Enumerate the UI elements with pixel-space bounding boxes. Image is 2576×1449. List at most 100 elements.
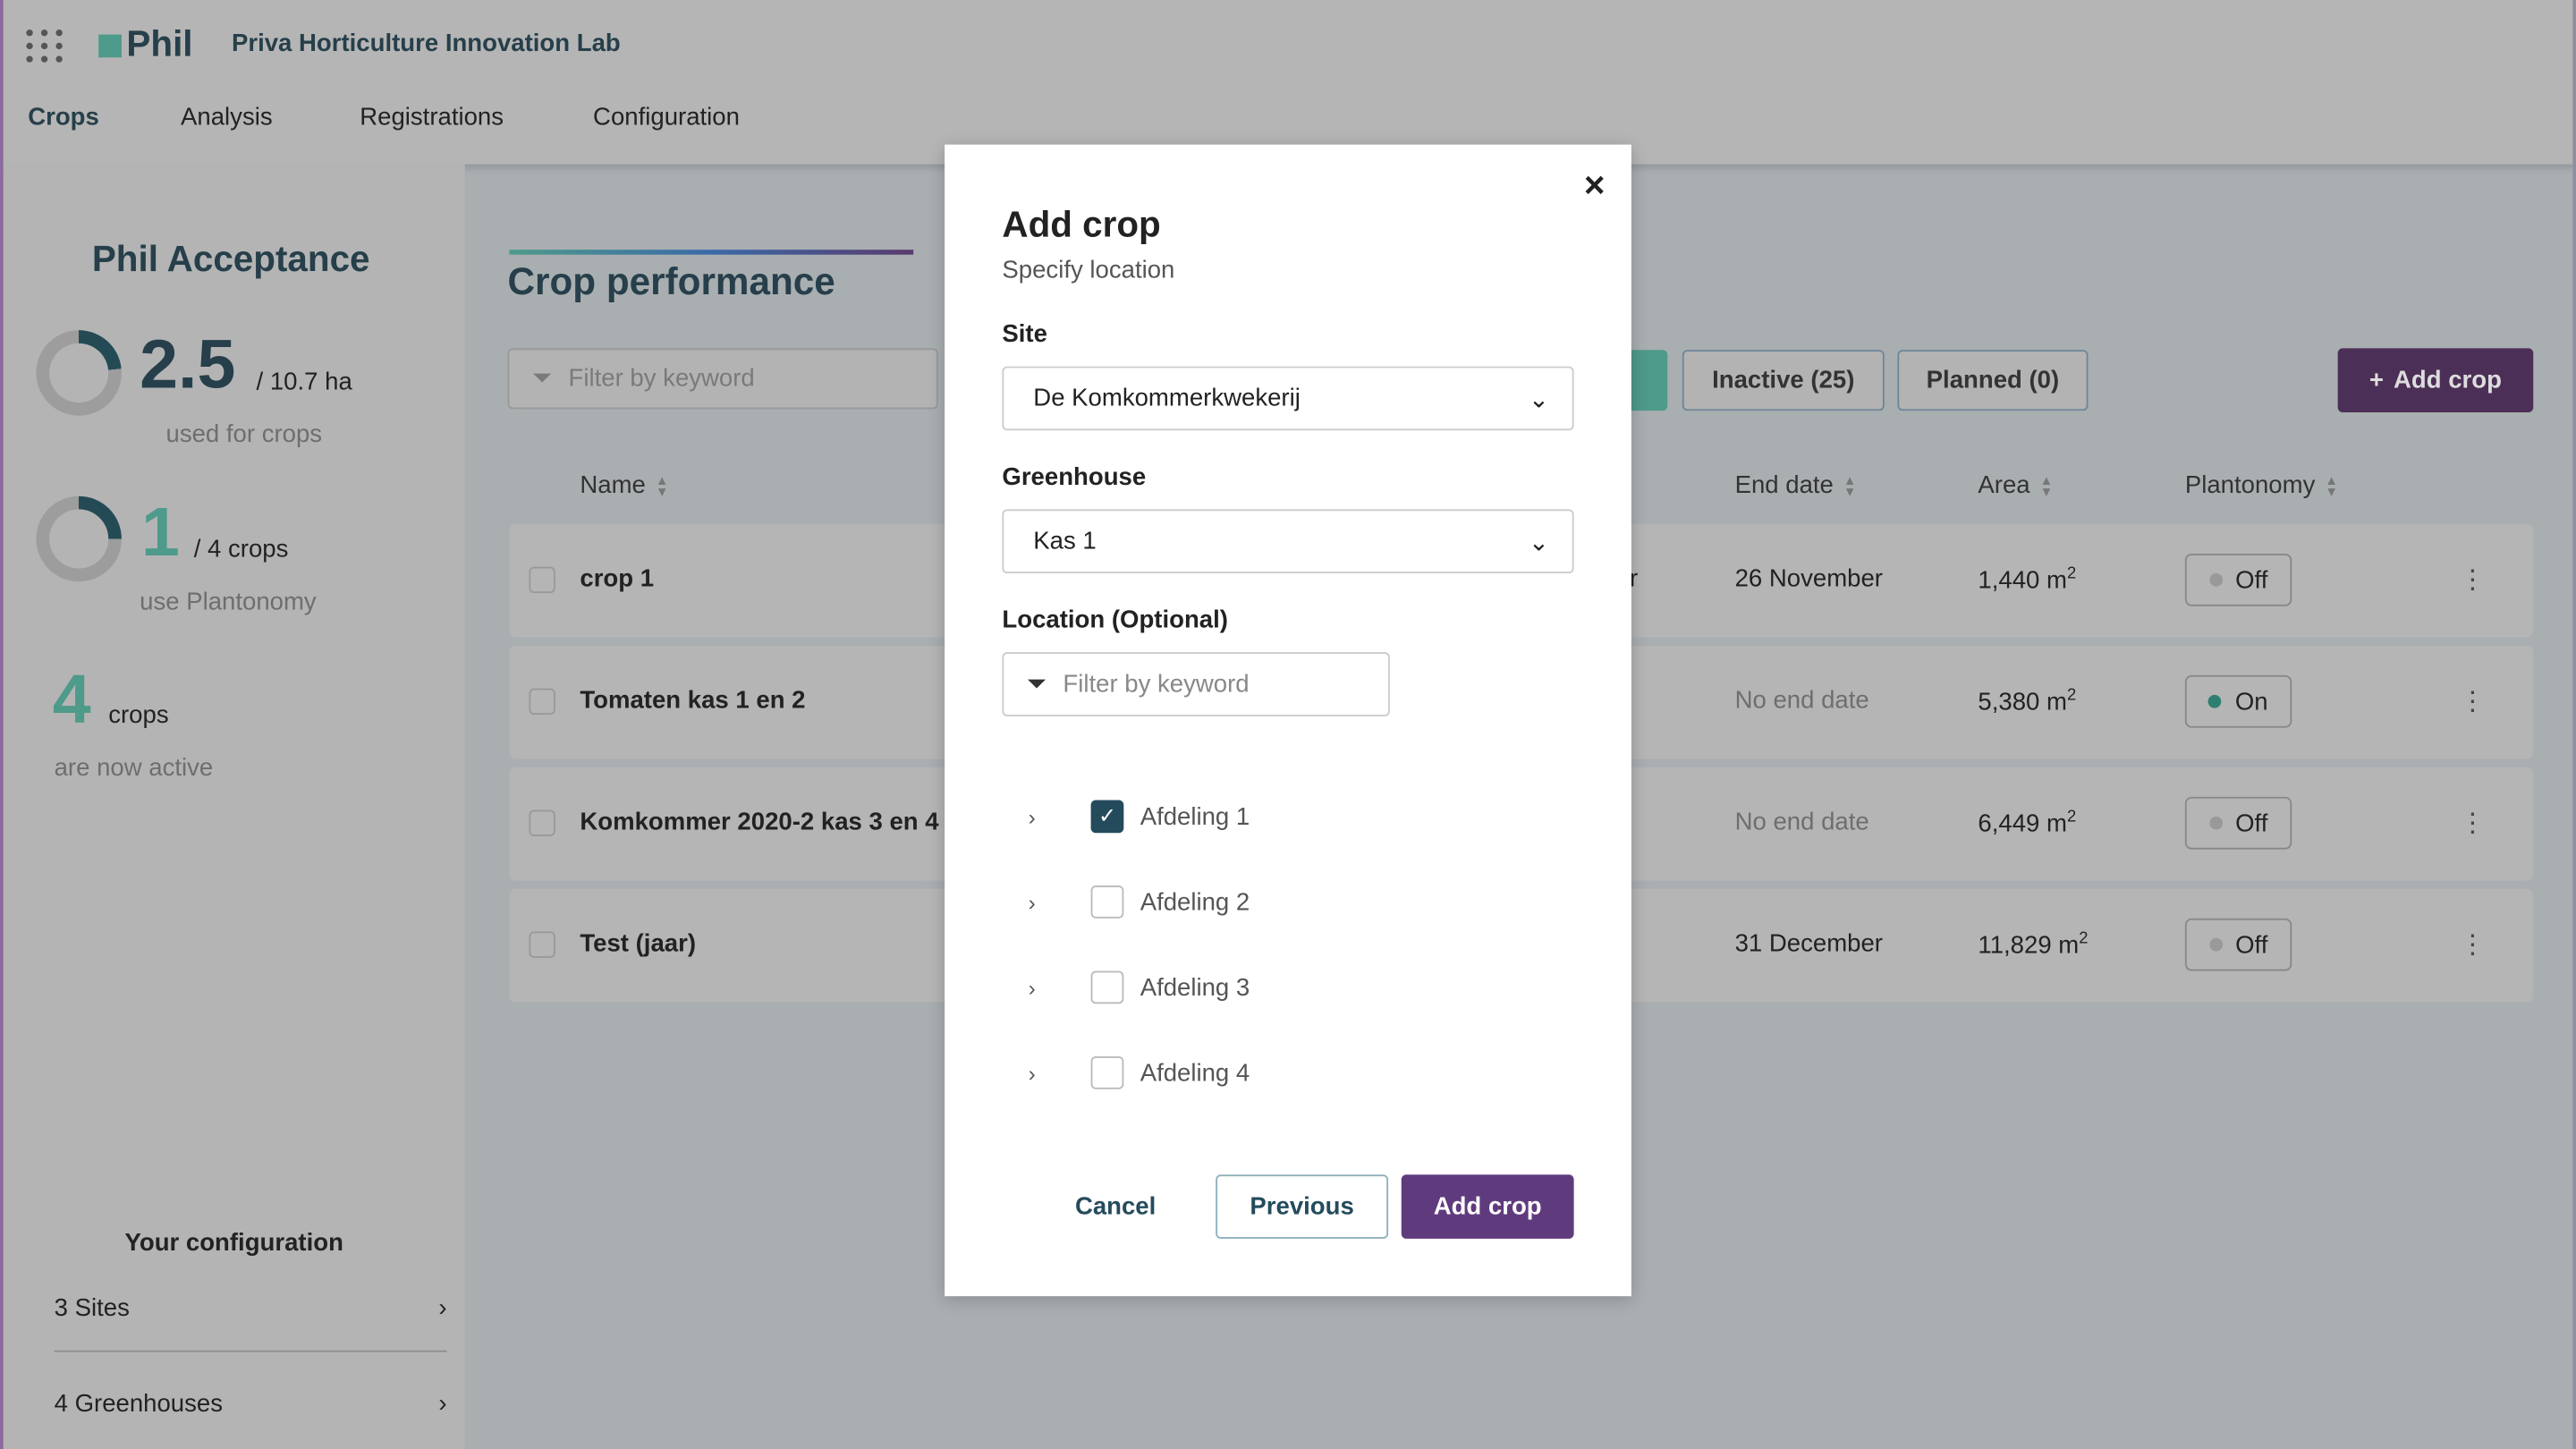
column-name[interactable]: Name ▲ ▼: [580, 471, 668, 499]
location-tree-item[interactable]: › ✓ Afdeling 1: [1029, 800, 1250, 834]
row-checkbox[interactable]: [529, 931, 555, 958]
location-label: Afdeling 3: [1140, 973, 1250, 1002]
organization-name: Priva Horticulture Innovation Lab: [231, 30, 621, 58]
close-icon[interactable]: ×: [1584, 165, 1606, 208]
chevron-right-icon[interactable]: ›: [1029, 1061, 1062, 1086]
location-placeholder: Filter by keyword: [1063, 670, 1250, 699]
area: 5,380 m2: [1978, 687, 2076, 716]
location-checkbox[interactable]: [1090, 1056, 1124, 1089]
logo-text: Phil: [126, 22, 193, 64]
status-dot-icon: [2208, 573, 2223, 587]
area: 11,829 m2: [1978, 930, 2088, 960]
nav-analysis[interactable]: Analysis: [181, 104, 273, 131]
tab-active[interactable]: [1626, 350, 1668, 411]
nav-registrations[interactable]: Registrations: [360, 104, 504, 131]
location-checkbox[interactable]: ✓: [1090, 800, 1124, 834]
add-crop-submit-button[interactable]: Add crop: [1401, 1174, 1574, 1239]
column-name-label: Name: [580, 471, 646, 500]
site-select[interactable]: De Komkommerkwekerij ⌄: [1002, 366, 1574, 431]
config-greenhouses[interactable]: 4 Greenhouses ›: [55, 1377, 447, 1429]
greenhouse-select[interactable]: Kas 1 ⌄: [1002, 509, 1574, 574]
crop-name[interactable]: crop 1: [580, 565, 654, 593]
chevron-down-icon: ⌄: [1528, 528, 1550, 556]
chevron-right-icon[interactable]: ›: [1029, 975, 1062, 1000]
add-crop-label: Add crop: [2394, 366, 2502, 394]
window-border: [2572, 0, 2576, 1449]
chevron-right-icon: ›: [438, 1293, 447, 1322]
active-count: 4: [52, 660, 91, 738]
area-value: 2.5: [140, 325, 236, 402]
location-label: Afdeling 1: [1140, 802, 1250, 831]
chevron-down-icon: ⌄: [1528, 385, 1550, 413]
status-dot-icon: [2208, 937, 2223, 952]
plantonomy-toggle[interactable]: Off: [2184, 553, 2292, 606]
status-dot-icon: [2208, 694, 2223, 708]
plantonomy-toggle[interactable]: On: [2184, 674, 2292, 728]
config-title: Your configuration: [124, 1228, 343, 1258]
end-date: No end date: [1734, 808, 1869, 836]
plantonomy-total: / 4 crops: [193, 535, 289, 564]
area-unit-sup: 2: [2079, 929, 2089, 948]
title-accent-bar: [509, 250, 914, 255]
tab-inactive[interactable]: Inactive (25): [1682, 350, 1885, 411]
column-plantonomy-label: Plantonomy: [2184, 471, 2316, 500]
window-border: [0, 0, 4, 1449]
config-greenhouses-label: 4 Greenhouses: [54, 1388, 224, 1418]
site-label: Site: [1002, 320, 1047, 349]
chevron-right-icon[interactable]: ›: [1029, 804, 1062, 829]
row-checkbox[interactable]: [529, 688, 555, 715]
more-options-icon[interactable]: ⋮: [2460, 928, 2486, 962]
add-crop-button[interactable]: + Add crop: [2337, 348, 2534, 413]
greenhouse-value: Kas 1: [1033, 527, 1097, 555]
crop-name[interactable]: Tomaten kas 1 en 2: [580, 687, 805, 715]
location-tree-item[interactable]: › Afdeling 2: [1029, 885, 1250, 919]
nav-configuration[interactable]: Configuration: [593, 104, 740, 131]
location-filter-input[interactable]: ⏷ Filter by keyword: [1002, 652, 1390, 716]
more-options-icon[interactable]: ⋮: [2460, 807, 2486, 840]
config-sites[interactable]: 3 Sites ›: [54, 1282, 447, 1352]
location-checkbox[interactable]: [1090, 885, 1124, 919]
area: 6,449 m2: [1978, 809, 2076, 838]
chevron-right-icon[interactable]: ›: [1029, 890, 1062, 915]
column-area[interactable]: Area ▲ ▼: [1978, 471, 2053, 499]
column-end-date-label: End date: [1734, 471, 1834, 500]
area-unit-sup: 2: [2066, 564, 2077, 584]
area: 1,440 m2: [1978, 565, 2076, 595]
crop-name[interactable]: Test (jaar): [580, 930, 696, 958]
column-end-date[interactable]: End date ▲ ▼: [1735, 471, 1857, 499]
nav-crops[interactable]: Crops: [28, 104, 99, 131]
column-plantonomy[interactable]: Plantonomy ▲ ▼: [2185, 471, 2338, 499]
crop-name[interactable]: Komkommer 2020-2 kas 3 en 4: [580, 809, 938, 836]
column-area-label: Area: [1978, 471, 2030, 500]
config-sites-label: 3 Sites: [54, 1293, 130, 1322]
plantonomy-value: 1: [140, 493, 180, 571]
location-tree-item[interactable]: › Afdeling 3: [1029, 970, 1250, 1004]
cancel-button[interactable]: Cancel: [1052, 1174, 1180, 1239]
plantonomy-toggle[interactable]: Off: [2184, 796, 2292, 850]
active-unit: crops: [108, 701, 169, 730]
app-launcher-icon[interactable]: [26, 30, 65, 63]
plantonomy-state: Off: [2235, 809, 2268, 837]
location-label: Location (Optional): [1002, 606, 1228, 634]
active-caption: are now active: [54, 754, 214, 783]
previous-button[interactable]: Previous: [1216, 1174, 1389, 1239]
sort-icon: ▲ ▼: [2039, 473, 2054, 500]
sidebar-title: Phil Acceptance: [91, 238, 370, 280]
sidebar: Phil Acceptance 2.5 / 10.7 ha used for c…: [3, 164, 465, 1449]
more-options-icon[interactable]: ⋮: [2460, 564, 2486, 597]
location-tree-item[interactable]: › Afdeling 4: [1029, 1056, 1250, 1089]
plus-icon: +: [2368, 366, 2385, 394]
area-unit-sup: 2: [2066, 686, 2077, 705]
plantonomy-toggle[interactable]: Off: [2184, 918, 2292, 971]
filter-icon: ⏷: [1026, 670, 1047, 699]
location-checkbox[interactable]: [1090, 970, 1124, 1004]
more-options-icon[interactable]: ⋮: [2460, 685, 2486, 718]
crop-filter-input[interactable]: ⏷ Filter by keyword: [507, 348, 938, 410]
row-checkbox[interactable]: [529, 809, 555, 836]
row-checkbox[interactable]: [529, 566, 555, 594]
status-dot-icon: [2208, 816, 2223, 830]
area-total: / 10.7 ha: [256, 368, 352, 396]
location-label: Afdeling 4: [1140, 1058, 1250, 1087]
tab-planned[interactable]: Planned (0): [1897, 350, 2089, 411]
area-value: 5,380 m: [1978, 688, 2067, 716]
